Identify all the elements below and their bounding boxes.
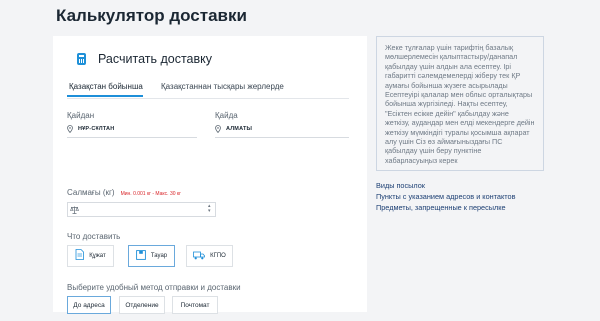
card-header: Расчитать доставку <box>77 52 212 66</box>
from-label: Қайдан <box>67 111 95 120</box>
to-label: Қайда <box>215 111 238 120</box>
tab-outside-kazakhstan[interactable]: Қазақстаннан тысқары жерлерде <box>161 82 284 91</box>
item-kgpo-button[interactable]: КГПО <box>186 245 233 267</box>
spinner-down-icon[interactable]: ▾ <box>208 209 213 214</box>
item-document-label: Құжат <box>89 253 106 259</box>
info-text: Жеке тұлғалар үшін тарифтің базалық мөлш… <box>385 43 535 165</box>
scale-icon <box>70 201 79 219</box>
info-box: Жеке тұлғалар үшін тарифтің базалық мөлш… <box>376 36 544 171</box>
from-value: НҰР-СҰЛТАН <box>78 126 115 132</box>
location-pin-icon <box>67 125 73 133</box>
box-icon <box>136 247 146 265</box>
item-goods-button[interactable]: Тауар <box>128 245 175 267</box>
location-pin-icon <box>215 125 221 133</box>
link-parcel-types[interactable]: Виды посылок <box>376 181 425 190</box>
method-label: Выберите удобный метод отправки и достав… <box>67 283 241 292</box>
truck-icon <box>193 247 206 265</box>
link-points-addresses[interactable]: Пункты с указанием адресов и контактов <box>376 192 515 201</box>
calculator-icon <box>77 53 86 65</box>
active-tab-indicator <box>67 95 143 97</box>
weight-label: Салмағы (кг) <box>67 188 115 197</box>
card-title: Расчитать доставку <box>98 52 212 66</box>
link-prohibited-items[interactable]: Предметы, запрещенные к пересылке <box>376 203 506 212</box>
item-document-button[interactable]: Құжат <box>67 245 114 267</box>
what-label: Что доставить <box>67 232 121 241</box>
page-title: Калькулятор доставки <box>56 6 247 25</box>
weight-label-row: Салмағы (кг) Мин. 0.001 кг - Макс. 30 кг <box>67 188 181 197</box>
from-field[interactable]: НҰР-СҰЛТАН <box>67 121 197 138</box>
weight-input[interactable]: ▴ ▾ <box>67 202 216 217</box>
item-kgpo-label: КГПО <box>210 253 226 259</box>
weight-hint: Мин. 0.001 кг - Макс. 30 кг <box>120 191 181 197</box>
region-tabs: Қазақстан бойынша Қазақстаннан тысқары ж… <box>67 78 349 99</box>
weight-spinner[interactable]: ▴ ▾ <box>208 204 213 214</box>
method-postomat-button[interactable]: Почтомат <box>172 296 218 314</box>
document-icon <box>75 247 85 265</box>
delivery-calculator-card: Расчитать доставку Қазақстан бойынша Қаз… <box>53 36 367 314</box>
method-branch-button[interactable]: Отделение <box>119 296 165 314</box>
to-value: АЛМАТЫ <box>226 126 253 132</box>
method-to-address-button[interactable]: До адреса <box>67 296 111 314</box>
tab-within-kazakhstan[interactable]: Қазақстан бойынша <box>69 82 143 91</box>
item-goods-label: Тауар <box>150 253 168 259</box>
to-field[interactable]: АЛМАТЫ <box>215 121 349 138</box>
